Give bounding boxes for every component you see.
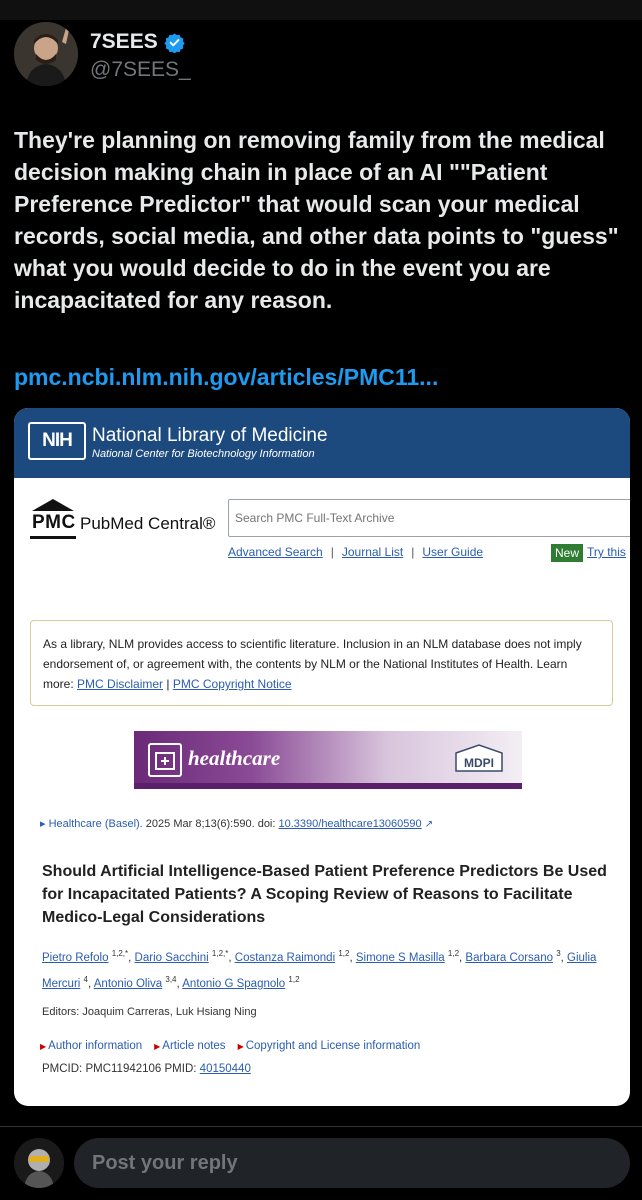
disclaimer-separator: | (166, 677, 170, 691)
article-notes-link[interactable]: ▶ Article notes (154, 1040, 225, 1052)
nih-logo: NIH (28, 422, 86, 460)
user-avatar-image (14, 1138, 64, 1188)
mdpi-logo-text: MDPI (464, 756, 494, 770)
author-link[interactable]: Pietro Refolo (42, 952, 108, 964)
editors: Editors: Joaquim Carreras, Luk Hsiang Ni… (42, 1006, 257, 1018)
search-links: Advanced Search | Journal List | User Gu… (228, 545, 483, 559)
copyright-license-label: Copyright and License information (245, 1040, 421, 1052)
journal-banner[interactable]: healthcare MDPI (134, 731, 522, 789)
nih-header: NIH National Library of Medicine Nationa… (14, 408, 630, 478)
pmc-underline (30, 536, 76, 539)
copyright-license-link[interactable]: ▶ Copyright and License information (238, 1040, 421, 1052)
info-links: ▶ Author information ▶ Article notes ▶ Copy… (40, 1040, 420, 1052)
author-affiliation: 1,2 (288, 974, 300, 984)
search-input[interactable] (228, 499, 630, 537)
pmid-link[interactable]: 40150440 (200, 1063, 251, 1075)
status-bar (0, 0, 642, 20)
author-link[interactable]: Barbara Corsano (465, 952, 553, 964)
author-link[interactable]: Antonio G Spagnolo (182, 978, 285, 990)
avatar-image (14, 22, 78, 86)
author-link[interactable]: Dario Sacchini (135, 952, 209, 964)
separator: | (411, 545, 415, 559)
article-title: Should Artificial Intelligence-Based Pat… (42, 863, 607, 926)
author-information-link[interactable]: ▶ Author information (40, 1040, 142, 1052)
author-affiliation: 1,2 (447, 949, 460, 958)
pmcid-line: PMCID: PMC11942106 PMID: 40150440 (42, 1063, 251, 1075)
pmc-copyright-link[interactable]: PMC Copyright Notice (173, 677, 292, 691)
pmcid: PMCID: PMC11942106 (42, 1063, 162, 1075)
author-list: Pietro Refolo 1,2,*, Dario Sacchini 1,2,… (42, 949, 597, 990)
expand-arrow-icon: ▶ (154, 1042, 161, 1051)
nih-subtitle: National Center for Biotechnology Inform… (92, 448, 315, 460)
user-guide-link[interactable]: User Guide (422, 545, 483, 559)
pmc-disclaimer-link[interactable]: PMC Disclaimer (77, 677, 163, 691)
citation-journal[interactable]: Healthcare (Basel). (49, 818, 143, 830)
nih-title: National Library of Medicine (92, 425, 328, 446)
mdpi-logo: MDPI (455, 744, 503, 772)
healthcare-logo-icon (148, 743, 182, 777)
verified-badge-icon (164, 32, 185, 53)
citation-details: 2025 Mar 8;13(6):590. doi: (145, 818, 276, 830)
author-affiliation: 1,2,* (211, 949, 229, 958)
author-information-label: Author information (48, 1040, 143, 1052)
expand-arrow-icon: ▶ (40, 1042, 47, 1051)
separator: | (330, 545, 334, 559)
pmc-logo: PMC PubMed Central® (30, 498, 230, 542)
reply-divider (0, 1126, 642, 1127)
author-affiliation: 3,4 (165, 974, 177, 984)
tweet-text: They're planning on removing family from… (14, 127, 626, 313)
reply-input[interactable]: Post your reply (74, 1138, 630, 1188)
author-affiliation: 3 (556, 949, 561, 958)
author-name-text: 7SEES (90, 30, 158, 53)
external-link-icon: ↗ (424, 819, 434, 830)
expand-arrow-icon: ▶ (237, 1042, 244, 1051)
journal-name: healthcare (188, 746, 281, 770)
author-affiliation: 1,2 (338, 949, 350, 958)
journal-list-link[interactable]: Journal List (342, 545, 403, 559)
tweet-link[interactable]: pmc.ncbi.nlm.nih.gov/articles/PMC11... (14, 364, 438, 391)
doi-link[interactable]: 10.3390/healthcare13060590 (279, 818, 422, 830)
citation: ▸ Healthcare (Basel). 2025 Mar 8;13(6):5… (40, 817, 433, 830)
author-name[interactable]: 7SEES (90, 30, 185, 54)
author-avatar[interactable] (14, 22, 78, 86)
disclaimer-box: As a library, NLM provides access to sci… (30, 620, 613, 706)
author-link[interactable]: Simone S Masilla (356, 952, 445, 964)
pmid-label: PMID: (164, 1063, 197, 1075)
tweet-author[interactable]: 7SEES @7SEES_ (14, 22, 614, 88)
user-avatar[interactable] (14, 1138, 64, 1188)
author-affiliation: 4 (83, 974, 88, 984)
author-affiliation: 1,2,* (111, 949, 129, 958)
citation-journal-icon: ▸ (40, 818, 49, 830)
new-badge: New (551, 544, 584, 562)
disclaimer-text: As a library, NLM provides access to sci… (43, 637, 582, 671)
pmc-roof-icon (32, 499, 74, 511)
pmc-name: PubMed Central® (80, 514, 216, 533)
advanced-search-link[interactable]: Advanced Search (228, 545, 323, 559)
author-handle[interactable]: @7SEES_ (90, 58, 191, 82)
author-link[interactable]: Antonio Oliva (94, 978, 162, 990)
author-link[interactable]: Costanza Raimondi (235, 952, 335, 964)
link-preview-card[interactable]: NIH National Library of Medicine Nationa… (14, 408, 630, 1106)
article-notes-label: Article notes (162, 1040, 226, 1052)
pmc-word: PMC (32, 512, 76, 533)
try-this-link[interactable]: Try this (587, 545, 626, 559)
banner-bar (134, 783, 522, 789)
